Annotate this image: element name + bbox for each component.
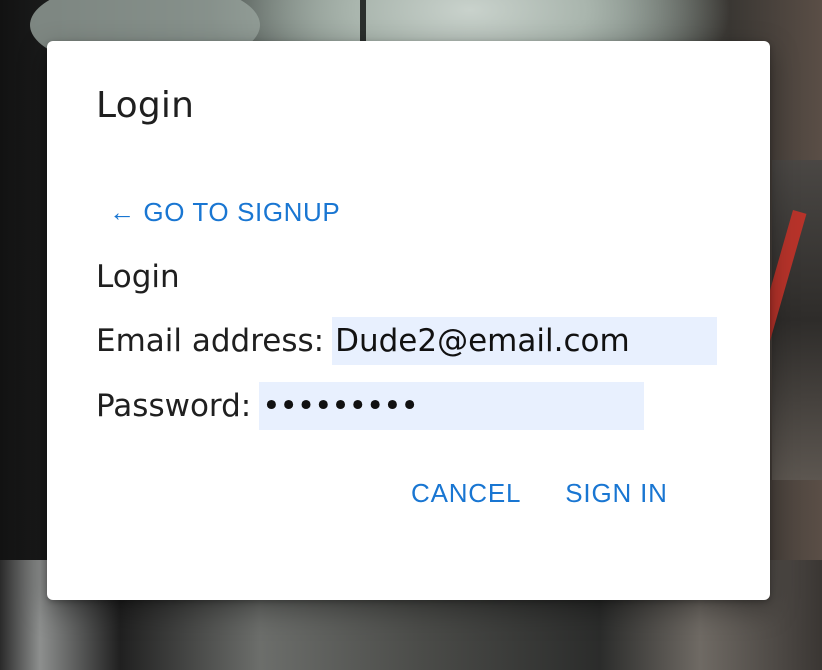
password-row: Password: [96, 382, 645, 430]
email-label: Email address: [96, 323, 325, 359]
go-to-signup-link[interactable]: ← GO TO SIGNUP [109, 197, 340, 228]
form-section-label: Login [96, 259, 180, 295]
password-input[interactable] [259, 382, 645, 430]
email-row: Email address: [96, 317, 718, 365]
dialog-actions: CANCEL SIGN IN [411, 478, 668, 509]
sign-in-button[interactable]: SIGN IN [565, 478, 667, 509]
login-dialog: Login ← GO TO SIGNUP Login Email address… [47, 41, 770, 600]
background-shape [772, 160, 822, 480]
dialog-title: Login [96, 85, 195, 126]
password-label: Password: [96, 388, 252, 424]
cancel-button[interactable]: CANCEL [411, 478, 521, 509]
email-input[interactable] [332, 317, 718, 365]
